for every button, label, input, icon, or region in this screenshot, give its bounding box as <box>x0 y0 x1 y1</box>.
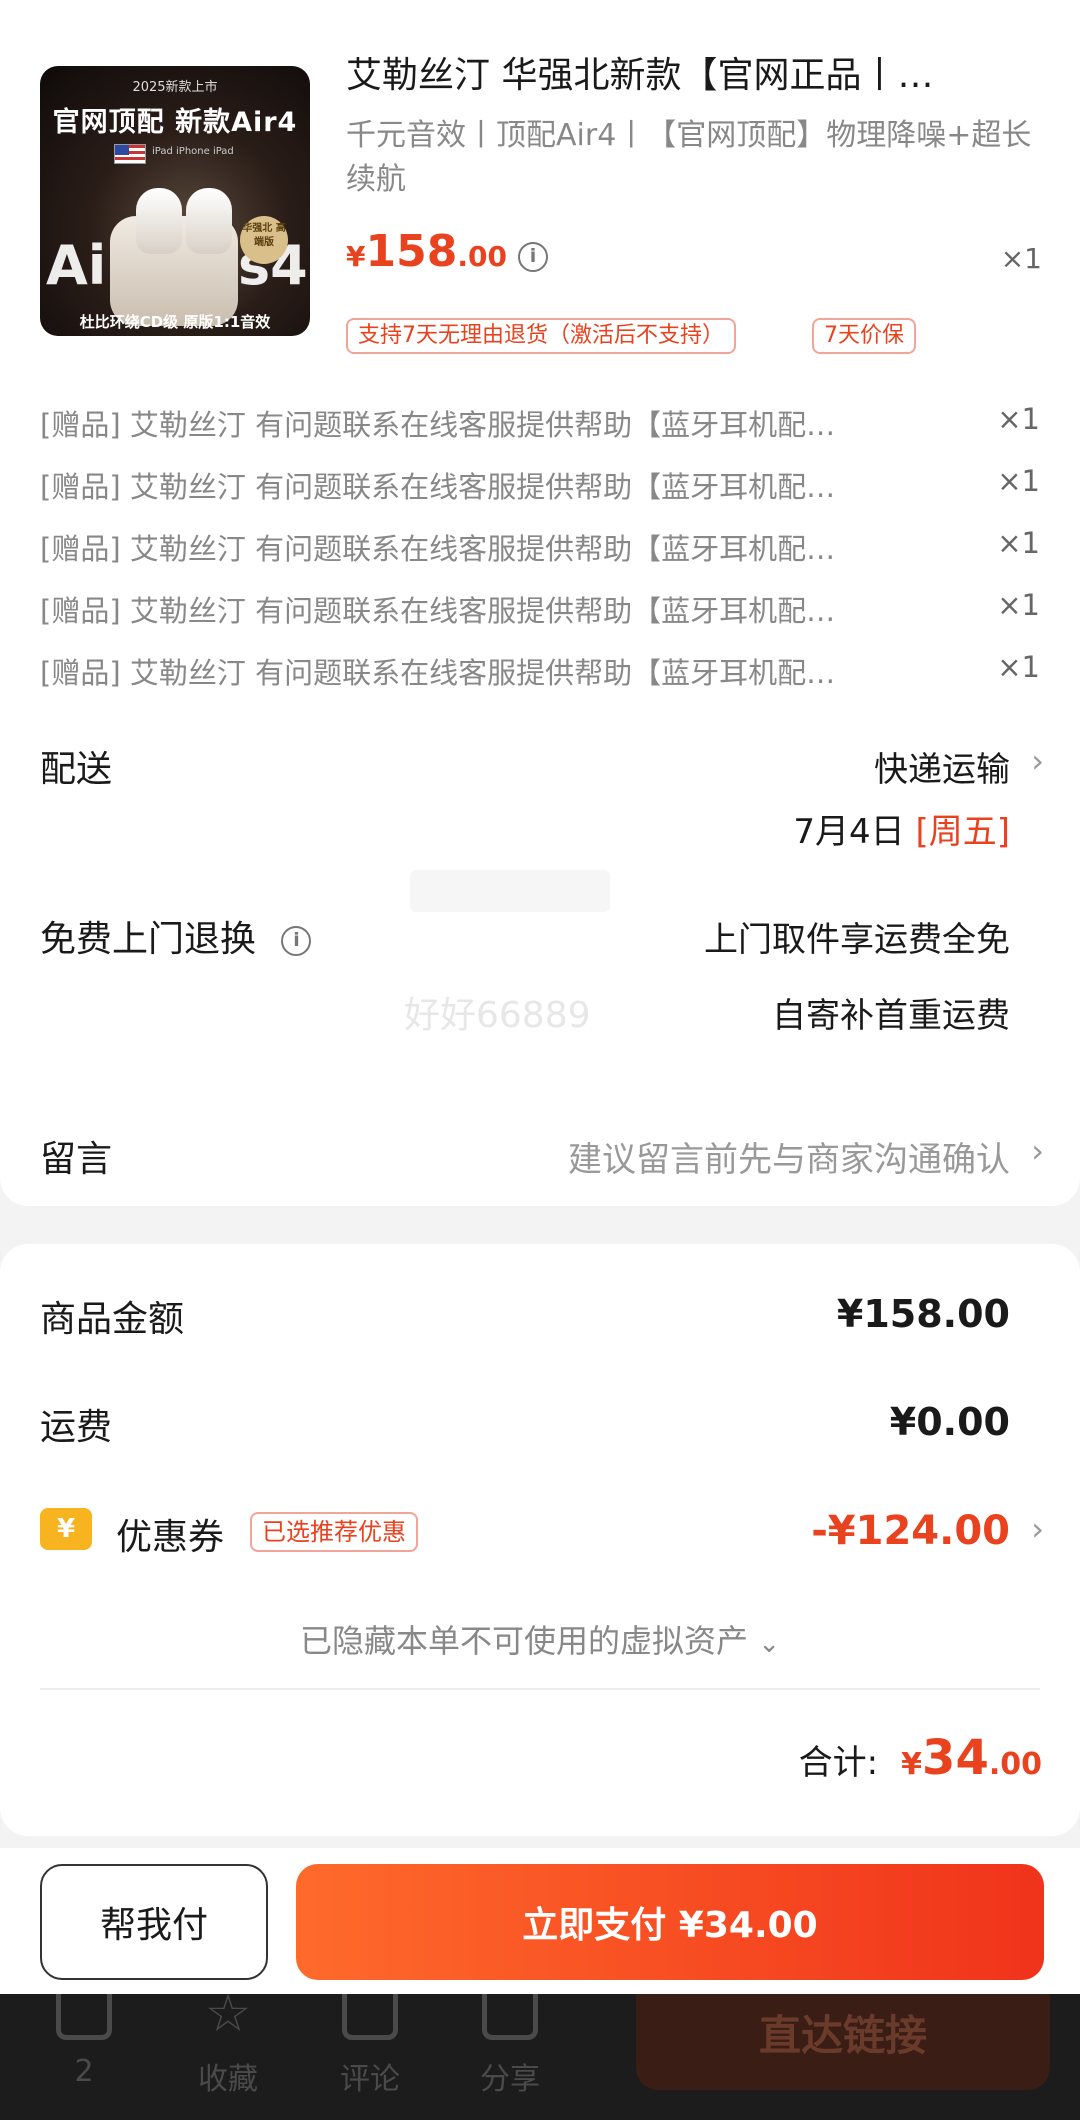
delivery-label: 配送 <box>40 749 113 790</box>
gift-item[interactable]: [赠品] 艾勒丝汀 有问题联系在线客服提供帮助【蓝牙耳机配… ×1 <box>40 526 1040 568</box>
gift-item-text: [赠品] 艾勒丝汀 有问题联系在线客服提供帮助【蓝牙耳机配… <box>40 656 836 690</box>
delivery-date[interactable]: 7月4日 [周五] <box>793 804 1010 853</box>
help-me-pay-button[interactable]: 帮我付 <box>40 1864 268 1980</box>
price-decimal: .00 <box>457 240 507 273</box>
shipping-value: ¥0.00 <box>889 1400 1010 1444</box>
gift-item-qty: ×1 <box>997 588 1040 622</box>
total-label: 合计: <box>798 1743 879 1783</box>
summary-divider <box>40 1688 1040 1690</box>
thumb-bottom-text: 杜比环绕CD级 原版1:1音效 <box>79 313 271 331</box>
comment-icon <box>342 1994 398 2040</box>
free-return-text: 免费上门退换 <box>40 919 257 960</box>
gift-item-text: [赠品] 艾勒丝汀 有问题联系在线客服提供帮助【蓝牙耳机配… <box>40 470 836 504</box>
gift-item-text: [赠品] 艾勒丝汀 有问题联系在线客服提供帮助【蓝牙耳机配… <box>40 532 836 566</box>
message-chevron-icon[interactable]: › <box>1031 1132 1044 1170</box>
coupon-chevron-icon[interactable]: › <box>1031 1510 1044 1548</box>
message-input[interactable]: 建议留言前先与商家沟通确认 <box>568 1132 1010 1181</box>
goods-amount-value: ¥158.00 <box>836 1292 1010 1336</box>
underlying-item-label: 2 <box>74 2054 94 2089</box>
goods-amount-label: 商品金额 <box>40 1299 185 1340</box>
shipping-label: 运费 <box>40 1407 113 1448</box>
us-flag-icon <box>114 144 146 164</box>
underlying-item-label: 收藏 <box>198 2062 258 2097</box>
gift-item-qty: ×1 <box>997 402 1040 436</box>
hidden-assets-toggle[interactable]: 已隐藏本单不可使用的虚拟资产 ⌄ <box>0 1616 1080 1662</box>
underlying-item-label: 分享 <box>480 2062 540 2097</box>
coupon-discount-value[interactable]: -¥124.00 <box>811 1508 1010 1554</box>
coupon-icon: ¥ <box>40 1508 92 1550</box>
order-total: 合计: ¥34.00 <box>799 1730 1042 1786</box>
cart-icon <box>56 1994 112 2040</box>
product-title[interactable]: 艾勒丝汀 华强北新款【官网正品丨… <box>346 46 1046 98</box>
underlying-item-share: 分享 <box>450 1994 570 2098</box>
product-quantity: ×1 <box>1000 242 1042 275</box>
delivery-weekday: [周五] <box>915 812 1010 852</box>
delivery-date-text: 7月4日 <box>793 812 905 852</box>
thumb-big-text-left: Ai <box>46 234 107 297</box>
thumb-top-text: 2025新款上市 <box>132 80 218 95</box>
share-icon <box>482 1994 538 2040</box>
price-currency: ¥ <box>346 240 366 273</box>
free-return-label: 免费上门退换 i <box>40 910 312 962</box>
product-thumbnail[interactable]: 2025新款上市 官网顶配 新款Air4 iPad iPhone iPad Ai… <box>40 66 310 336</box>
pay-now-button[interactable]: 立即支付 ¥34.00 <box>296 1864 1044 1980</box>
total-decimal: .00 <box>988 1747 1042 1782</box>
chevron-down-icon: ⌄ <box>758 1629 780 1659</box>
order-product-card: 2025新款上市 官网顶配 新款Air4 iPad iPhone iPad Ai… <box>0 0 1080 1206</box>
gift-item[interactable]: [赠品] 艾勒丝汀 有问题联系在线客服提供帮助【蓝牙耳机配… ×1 <box>40 464 1040 506</box>
gift-item[interactable]: [赠品] 艾勒丝汀 有问题联系在线客服提供帮助【蓝牙耳机配… ×1 <box>40 650 1040 692</box>
underlying-item-label: 评论 <box>340 2062 400 2097</box>
delivery-method[interactable]: 快递运输 <box>874 742 1010 791</box>
hidden-assets-text: 已隐藏本单不可使用的虚拟资产 <box>300 1622 749 1660</box>
blank-overlay <box>410 870 610 912</box>
gift-item-qty: ×1 <box>997 650 1040 684</box>
coupon-label[interactable]: 优惠券 <box>116 1508 224 1560</box>
total-currency: ¥ <box>901 1747 923 1782</box>
earbud-right-image <box>186 188 232 254</box>
coupon-recommended-tag: 已选推荐优惠 <box>250 1512 418 1552</box>
earbud-left-image <box>136 188 182 254</box>
return-info-icon[interactable]: i <box>281 926 312 956</box>
direct-link-button: 直达链接 <box>636 1994 1050 2090</box>
underlying-item-cart: 2 <box>24 1994 144 2089</box>
gift-item[interactable]: [赠品] 艾勒丝汀 有问题联系在线客服提供帮助【蓝牙耳机配… ×1 <box>40 402 1040 444</box>
return-pickup-text: 上门取件享运费全免 <box>704 920 1010 960</box>
gift-item-text: [赠品] 艾勒丝汀 有问题联系在线客服提供帮助【蓝牙耳机配… <box>40 408 836 442</box>
return-self-ship-text: 自寄补首重运费 <box>772 996 1010 1036</box>
price-integer: 158 <box>365 226 458 277</box>
gift-item-text: [赠品] 艾勒丝汀 有问题联系在线客服提供帮助【蓝牙耳机配… <box>40 594 836 628</box>
thumb-quality-badge: 华强北 高端版 <box>240 216 288 264</box>
price-info-icon[interactable]: i <box>518 242 548 272</box>
gift-item-qty: ×1 <box>997 526 1040 560</box>
gift-item[interactable]: [赠品] 艾勒丝汀 有问题联系在线客服提供帮助【蓝牙耳机配… ×1 <box>40 588 1040 630</box>
product-spec: 千元音效丨顶配Air4丨【官网顶配】物理降噪+超长续航 <box>346 118 1032 197</box>
total-integer: 34 <box>922 1730 989 1786</box>
underlying-item-comment: 评论 <box>310 1994 430 2098</box>
product-price: ¥158.00 <box>346 226 507 277</box>
gift-item-qty: ×1 <box>997 464 1040 498</box>
price-protect-tag: 7天价保 <box>812 318 916 354</box>
return-policy-tag: 支持7天无理由退货（激活后不支持） <box>346 318 736 354</box>
watermark-text: 好好66889 <box>404 995 591 1036</box>
message-label: 留言 <box>40 1139 113 1180</box>
checkout-action-bar: 帮我付 立即支付 ¥34.00 <box>0 1848 1080 1994</box>
underlying-toolbar: 2 ☆ 收藏 评论 分享 直达链接 <box>0 1984 1080 2120</box>
thumb-headline: 官网顶配 新款Air4 <box>52 107 298 138</box>
underlying-item-favorite: ☆ 收藏 <box>168 1984 288 2098</box>
delivery-chevron-icon[interactable]: › <box>1031 742 1044 780</box>
thumb-device-tags: iPad iPhone iPad <box>152 146 234 157</box>
star-icon: ☆ <box>204 1984 252 2044</box>
